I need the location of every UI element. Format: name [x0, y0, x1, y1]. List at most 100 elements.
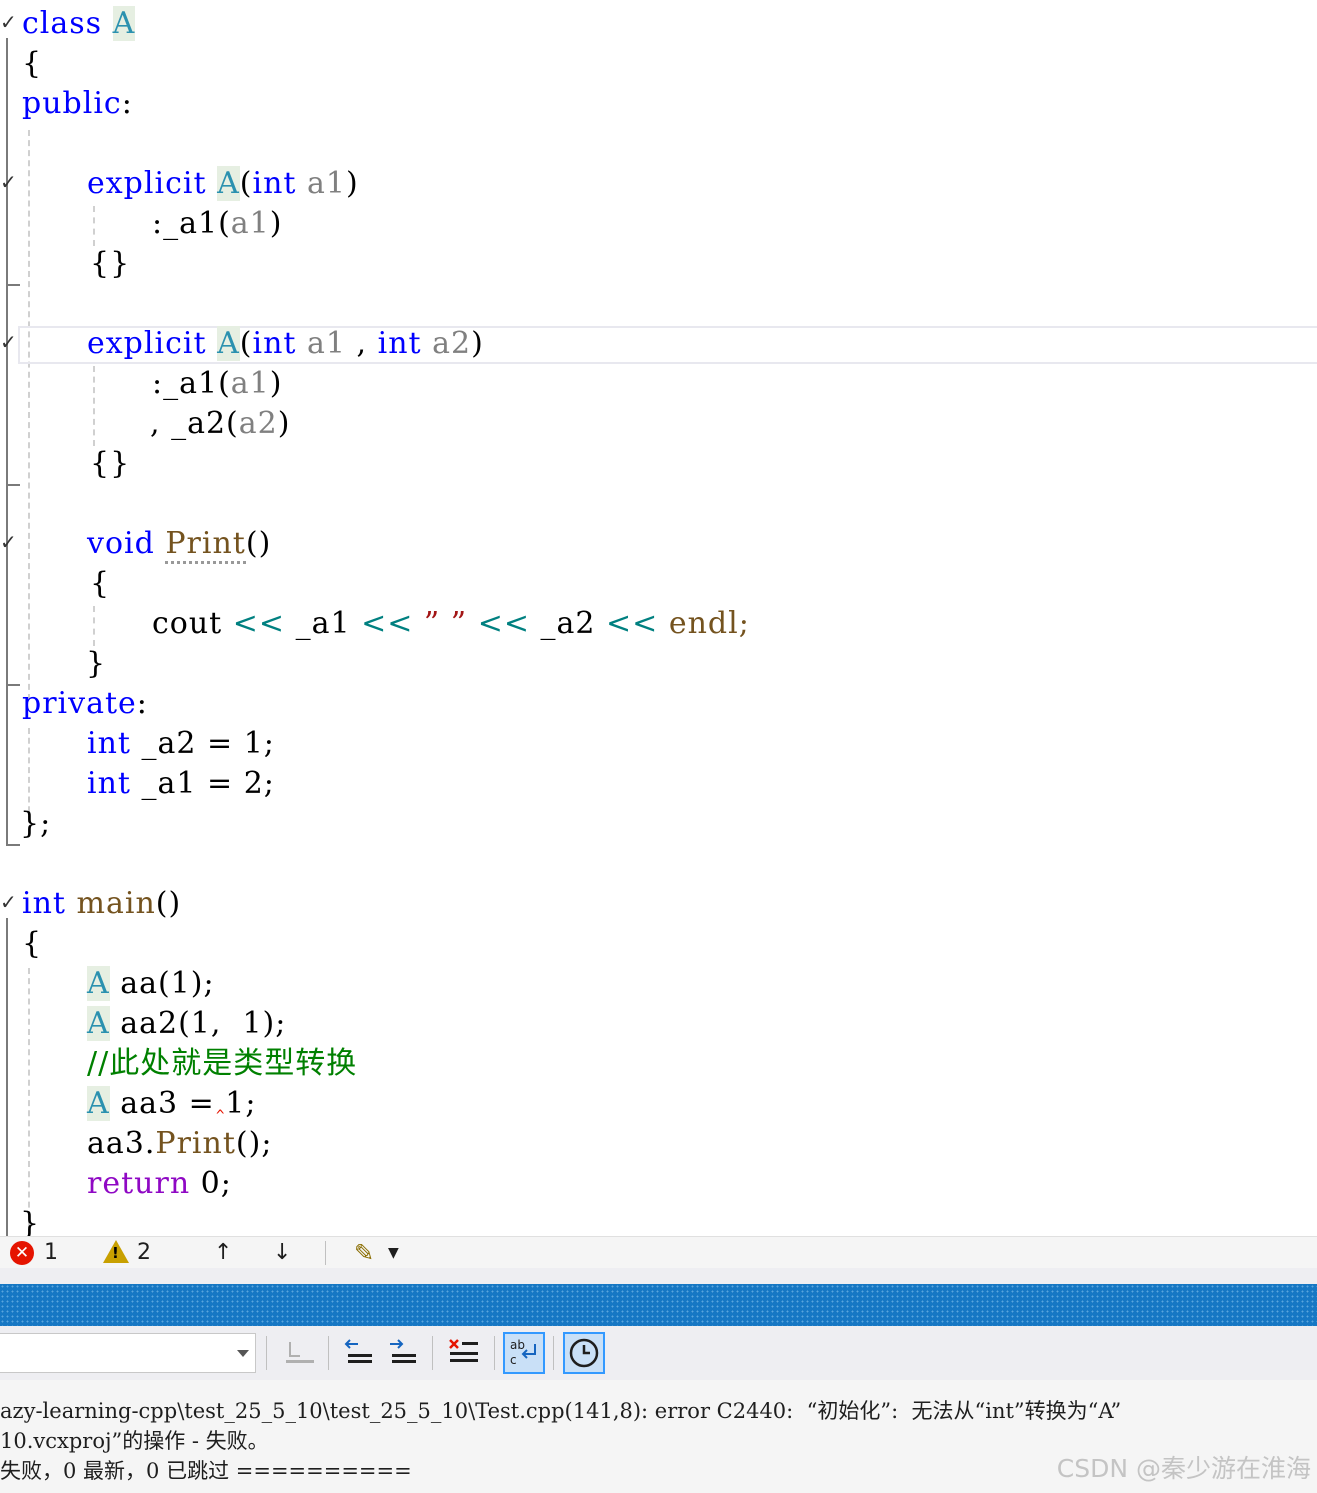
control-keyword: return [87, 1166, 191, 1201]
code-line: { [22, 46, 43, 81]
indent-guide-ctor1 [93, 206, 95, 246]
find-message-icon[interactable] [278, 1332, 320, 1374]
code-text: aa3 = 1; [109, 1086, 257, 1121]
code-line: A aa2(1, 1); [87, 1004, 286, 1044]
keyword: explicit [87, 326, 207, 361]
type-name: A [87, 1006, 110, 1041]
keyword: int [87, 726, 131, 761]
fold-toggle-icon[interactable]: ✓ [0, 170, 17, 194]
chevron-down-icon[interactable]: ▼ [388, 1237, 399, 1269]
separator [325, 1241, 326, 1265]
fold-toggle-icon[interactable]: ✓ [0, 530, 17, 554]
previous-issue-button[interactable]: ↑ [214, 1237, 232, 1269]
output-error-line[interactable]: azy-learning-cpp\test_25_5_10\test_25_5_… [0, 1396, 1121, 1426]
code-line: explicit A(int a1) [87, 164, 359, 204]
code-editor[interactable]: ✓ ✓ ✓ ✓ ✓ class A { public: explicit A(i… [0, 0, 1317, 1236]
next-message-icon[interactable] [382, 1332, 424, 1374]
error-squiggle[interactable]: ^ [216, 1108, 224, 1124]
clear-all-icon[interactable] [444, 1332, 486, 1374]
fold-end-print [6, 684, 20, 686]
punct: ) [269, 206, 283, 241]
fold-guide-main [6, 918, 8, 1236]
code-line: public: [22, 84, 133, 124]
code-line: int _a1 = 2; [87, 764, 275, 804]
code-line: :_a1(a1) [152, 204, 283, 244]
next-issue-button[interactable]: ↓ [273, 1237, 291, 1269]
code-line: explicit A(int a1 , int a2) [87, 324, 484, 364]
output-toolbar: ab c [0, 1326, 1317, 1380]
separator [553, 1336, 554, 1370]
fold-end-ctor2 [6, 484, 20, 486]
word-wrap-toggle-icon[interactable]: ab c [503, 1332, 545, 1374]
separator [494, 1336, 495, 1370]
separator [432, 1336, 433, 1370]
code-text: , _a2( [150, 406, 239, 441]
fold-toggle-icon[interactable]: ✓ [0, 330, 17, 354]
fold-toggle-icon[interactable]: ✓ [0, 890, 17, 914]
code-line: A aa(1); [87, 964, 215, 1004]
punct: : [121, 86, 133, 121]
string-literal: ” ” [413, 606, 478, 641]
code-text: endl; [658, 606, 750, 641]
punct: () [155, 886, 182, 921]
operator: << [232, 606, 286, 641]
operator: << [606, 606, 659, 641]
error-icon[interactable]: ✕ [10, 1241, 34, 1265]
code-line: A aa3 = 1; [87, 1084, 256, 1124]
code-text: _a2 [529, 606, 607, 641]
svg-text:ab: ab [510, 1338, 525, 1352]
svg-text:c: c [510, 1353, 517, 1367]
keyword: void [87, 526, 155, 561]
code-line: private: [22, 684, 148, 724]
code-line: }; [20, 806, 52, 841]
punct: ( [239, 326, 253, 361]
param: a1 [307, 166, 346, 201]
punct: ) [277, 406, 291, 441]
separator [266, 1336, 267, 1370]
punct: ) [269, 366, 283, 401]
code-line: class A [22, 4, 136, 44]
editor-status-bar: ✕ 1 ! 2 ↑ ↓ ✎ ▼ [0, 1236, 1317, 1269]
code-line: {} [90, 246, 131, 281]
chevron-down-icon[interactable] [237, 1350, 249, 1357]
previous-message-icon[interactable] [338, 1332, 380, 1374]
punct: ) [345, 166, 359, 201]
type-name: A [217, 166, 240, 201]
error-count[interactable]: 1 [44, 1237, 58, 1269]
code-line: return 0; [87, 1164, 232, 1204]
code-line: } [86, 646, 107, 681]
output-line: 10.vcxproj”的操作 - 失败。 [0, 1429, 269, 1453]
fold-guide-class [6, 38, 8, 844]
code-text: aa2(1, 1); [109, 1006, 287, 1041]
fold-toggle-icon[interactable]: ✓ [0, 10, 17, 34]
code-line: { [22, 926, 43, 961]
fold-end-class [6, 844, 20, 846]
param: a2 [432, 326, 472, 361]
code-text: _a1 = 2; [130, 766, 275, 801]
code-text: :_a1( [152, 366, 231, 401]
param: a1 [230, 366, 270, 401]
warning-icon[interactable]: ! [103, 1240, 129, 1263]
code-cleanup-icon[interactable]: ✎ [354, 1237, 374, 1269]
indent-guide-print [93, 606, 95, 646]
timestamp-clock-icon[interactable] [563, 1332, 605, 1374]
operator: << [477, 606, 530, 641]
punct: ( [239, 166, 253, 201]
code-text: aa3. [87, 1126, 156, 1161]
output-source-select[interactable] [0, 1333, 256, 1373]
code-line: { [90, 566, 111, 601]
keyword: int [252, 166, 297, 201]
param: a1 [230, 206, 270, 241]
code-line: aa3.Print(); [87, 1124, 272, 1164]
fold-end-ctor1 [6, 284, 20, 286]
punct: (); [235, 1126, 273, 1161]
punct: , [345, 326, 378, 361]
output-panel-titlebar[interactable] [0, 1284, 1317, 1326]
code-text: 0; [190, 1166, 232, 1201]
output-panel[interactable]: azy-learning-cpp\test_25_5_10\test_25_5_… [0, 1380, 1317, 1493]
keyword: int [22, 886, 66, 921]
keyword: explicit [87, 166, 207, 201]
indent-guide-main [28, 968, 30, 1228]
keyword: private [22, 686, 137, 721]
warning-count[interactable]: 2 [137, 1237, 151, 1269]
